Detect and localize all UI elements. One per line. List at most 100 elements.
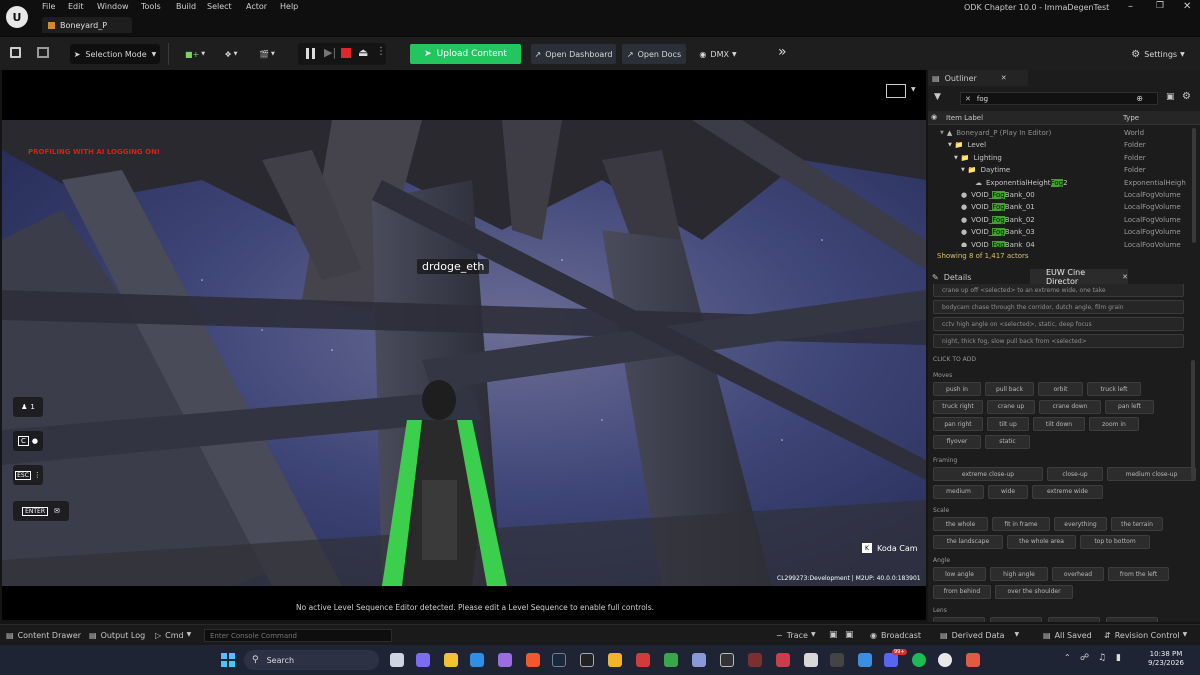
- details-tab[interactable]: ✎ Details: [928, 270, 1028, 284]
- cine-director-tab[interactable]: EUW Cine Director ✕: [1030, 268, 1128, 286]
- angle-chip[interactable]: low angle: [933, 567, 986, 581]
- discord-icon[interactable]: [884, 653, 898, 667]
- moves-chip[interactable]: push in: [933, 382, 981, 396]
- new-folder-icon[interactable]: ▣: [1166, 92, 1175, 102]
- framing-chip[interactable]: extreme close-up: [933, 467, 1043, 481]
- moves-chip[interactable]: orbit: [1038, 382, 1083, 396]
- app-star-icon[interactable]: [858, 653, 872, 667]
- moves-chip[interactable]: pan right: [933, 417, 983, 431]
- scale-chip[interactable]: the whole: [933, 517, 988, 531]
- outliner-row[interactable]: ▼ 📁 Daytime Folder: [928, 164, 1192, 176]
- outliner-row[interactable]: ▼ ▲ Boneyard_P (Play In Editor) World: [928, 127, 1192, 139]
- vscode-icon[interactable]: [470, 653, 484, 667]
- outliner-row[interactable]: ● VOID_ Fog Bank_03 LocalFogVolume: [928, 226, 1192, 238]
- moves-chip[interactable]: truck right: [933, 399, 983, 414]
- all-saved-button[interactable]: ▤ All Saved: [1043, 631, 1092, 640]
- network-icon[interactable]: ☍: [1080, 653, 1089, 663]
- expand-arrow-icon[interactable]: ▼: [940, 130, 944, 136]
- outliner-row[interactable]: ☁ ExponentialHeight Fog 2 ExponentialHeight: [928, 177, 1192, 189]
- angle-chip[interactable]: high angle: [990, 567, 1048, 581]
- angle-chip[interactable]: from the left: [1108, 567, 1169, 581]
- outliner-row[interactable]: ▼ 📁 Level Folder: [928, 139, 1192, 151]
- level-tab[interactable]: Boneyard_P: [42, 17, 132, 33]
- menu-help[interactable]: Help: [280, 2, 298, 14]
- rockstar-icon[interactable]: [608, 653, 622, 667]
- app-cat-icon[interactable]: [830, 653, 844, 667]
- brave-icon[interactable]: [526, 653, 540, 667]
- menu-window[interactable]: Window: [97, 2, 129, 14]
- scale-chip[interactable]: the landscape: [933, 534, 1003, 549]
- windows-start-icon[interactable]: [221, 653, 235, 667]
- eject-icon[interactable]: ⏏: [358, 46, 368, 59]
- menu-build[interactable]: Build: [176, 2, 196, 14]
- lens-chip[interactable]: [990, 617, 1042, 622]
- voice-chat-button[interactable]: C ●: [13, 431, 43, 451]
- moves-chip[interactable]: tilt up: [987, 417, 1029, 431]
- unity-icon[interactable]: [720, 653, 734, 667]
- add-actor-button[interactable]: ■+ ▼: [180, 44, 210, 64]
- moves-chip[interactable]: pan left: [1105, 399, 1154, 414]
- lens-chip[interactable]: [933, 617, 985, 622]
- framing-chip[interactable]: extreme wide: [1032, 484, 1103, 499]
- filter-icon[interactable]: ▼: [934, 92, 941, 102]
- angle-chip[interactable]: from behind: [933, 584, 991, 599]
- moves-chip[interactable]: static: [985, 434, 1030, 449]
- upload-content-button[interactable]: ➤ Upload Content: [410, 44, 521, 64]
- toolbar-overflow-icon[interactable]: »: [778, 44, 787, 60]
- battery-icon[interactable]: ▮: [1116, 653, 1121, 663]
- console-input[interactable]: [204, 629, 392, 642]
- chevron-down-icon[interactable]: ▼: [911, 86, 916, 93]
- item-label-header[interactable]: Item Label: [946, 114, 983, 122]
- outliner-row[interactable]: ● VOID_ Fog Bank_02 LocalFogVolume: [928, 214, 1192, 226]
- content-drawer-button[interactable]: ▤ Content Drawer: [6, 631, 81, 640]
- outliner-row[interactable]: ● VOID_ Fog Bank_04 LocalFogVolume: [928, 239, 1192, 247]
- type-header[interactable]: Type: [1123, 114, 1139, 122]
- prompt-preset[interactable]: crane up off <selected> to an extreme wi…: [933, 284, 1184, 297]
- menu-edit[interactable]: Edit: [68, 2, 84, 14]
- player-count-button[interactable]: ♟ 1: [13, 397, 43, 417]
- expand-arrow-icon[interactable]: ▼: [948, 142, 952, 148]
- revision-control-button[interactable]: ⇵ Revision Control ▼: [1104, 631, 1187, 640]
- xbox-icon[interactable]: [664, 653, 678, 667]
- pause-icon[interactable]: [306, 48, 315, 59]
- close-icon[interactable]: ✕: [1001, 74, 1007, 82]
- chat-button[interactable]: ENTER ✉: [13, 501, 69, 521]
- outliner-row[interactable]: ● VOID_ Fog Bank_01 LocalFogVolume: [928, 201, 1192, 213]
- app-a-icon[interactable]: [636, 653, 650, 667]
- moves-chip[interactable]: crane down: [1039, 399, 1101, 414]
- menu-actor[interactable]: Actor: [246, 2, 267, 14]
- gear-icon[interactable]: ⚙: [1182, 91, 1191, 102]
- moves-chip[interactable]: flyover: [933, 434, 981, 449]
- cinematics-button[interactable]: 🎬 ▼: [252, 44, 282, 64]
- play-options-icon[interactable]: ⋮: [376, 46, 386, 57]
- prompt-preset[interactable]: bodycam chase through the corridor, dutc…: [933, 300, 1184, 314]
- moves-chip[interactable]: pull back: [985, 382, 1034, 396]
- output-log-button[interactable]: ▤ Output Log: [89, 631, 145, 640]
- lens-chip[interactable]: [1048, 617, 1100, 622]
- app-ball-icon[interactable]: [776, 653, 790, 667]
- lens-chip[interactable]: [1106, 617, 1158, 622]
- viewport-layout-icon[interactable]: [886, 84, 906, 98]
- taskbar-search[interactable]: ⚲ Search: [244, 650, 379, 670]
- open-docs-button[interactable]: ↗ Open Docs: [622, 44, 686, 64]
- framing-chip[interactable]: close-up: [1047, 467, 1103, 481]
- selection-mode-button[interactable]: ➤ Selection Mode ▼: [70, 44, 160, 64]
- game-view[interactable]: PROFILING WITH AI LOGGING ON! drdoge_eth…: [2, 120, 926, 586]
- cine-scrollbar[interactable]: [1191, 360, 1195, 480]
- moves-chip[interactable]: truck left: [1087, 382, 1141, 396]
- clock[interactable]: 10:38 PM 9/23/2026: [1142, 650, 1190, 668]
- stop-icon[interactable]: [341, 48, 351, 58]
- angle-chip[interactable]: over the shoulder: [995, 584, 1073, 599]
- scale-chip[interactable]: fit in frame: [992, 517, 1050, 531]
- app-burst-icon[interactable]: [966, 653, 980, 667]
- outliner-tab[interactable]: ▤ Outliner ✕: [928, 70, 1028, 86]
- menu-tools[interactable]: Tools: [141, 2, 161, 14]
- tray-chevron-icon[interactable]: ⌃: [1064, 653, 1071, 662]
- scale-chip[interactable]: the terrain: [1111, 517, 1163, 531]
- save-icon[interactable]: [10, 47, 21, 58]
- chat-app-icon[interactable]: [416, 653, 430, 667]
- open-dashboard-button[interactable]: ↗ Open Dashboard: [531, 44, 616, 64]
- escape-menu-button[interactable]: ESC ⋮: [13, 465, 43, 485]
- scale-chip[interactable]: the whole area: [1007, 534, 1076, 549]
- expand-arrow-icon[interactable]: ▼: [954, 155, 958, 161]
